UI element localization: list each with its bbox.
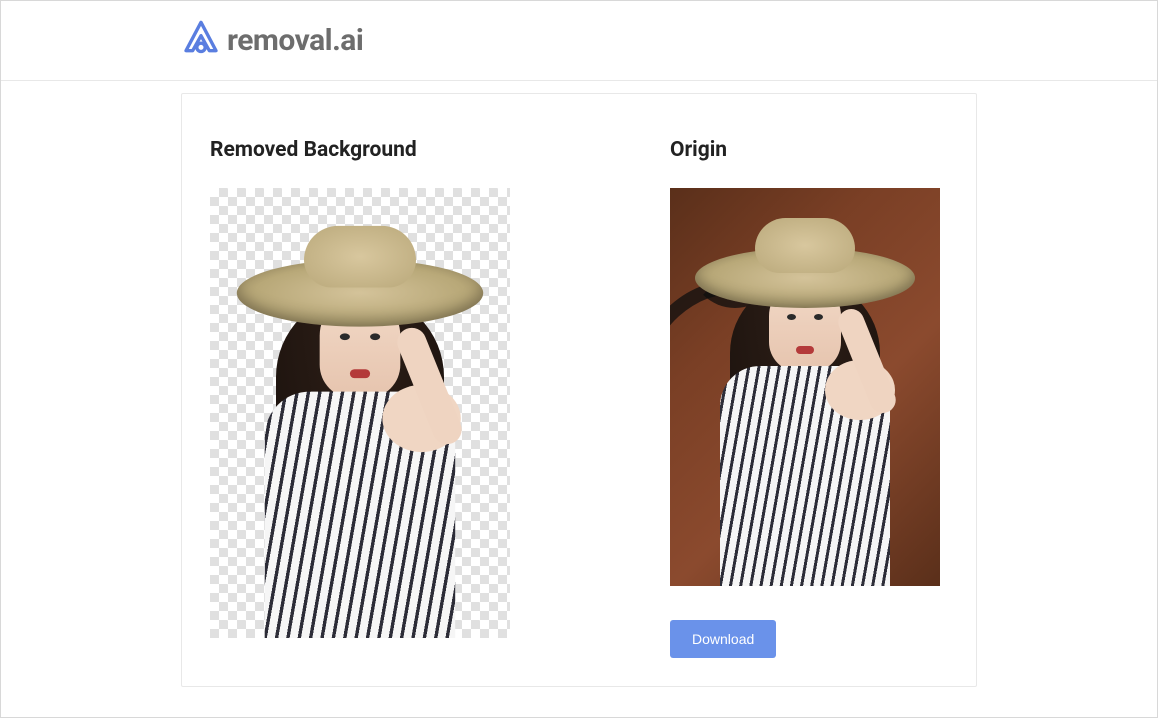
header: removal.ai [1,1,1157,81]
result-card: Removed Background Origin [181,93,977,687]
removed-panel-title: Removed Background [210,138,510,162]
main-content: Removed Background Origin [1,81,1157,687]
removed-background-image [210,188,510,638]
removed-panel: Removed Background [210,138,510,658]
origin-panel: Origin Download [670,138,940,658]
origin-panel-title: Origin [670,138,940,162]
brand-name: removal.ai [227,23,363,58]
download-button[interactable]: Download [670,620,776,658]
logo-mark-icon [181,19,221,63]
origin-image [670,188,940,586]
brand-logo[interactable]: removal.ai [181,19,363,63]
